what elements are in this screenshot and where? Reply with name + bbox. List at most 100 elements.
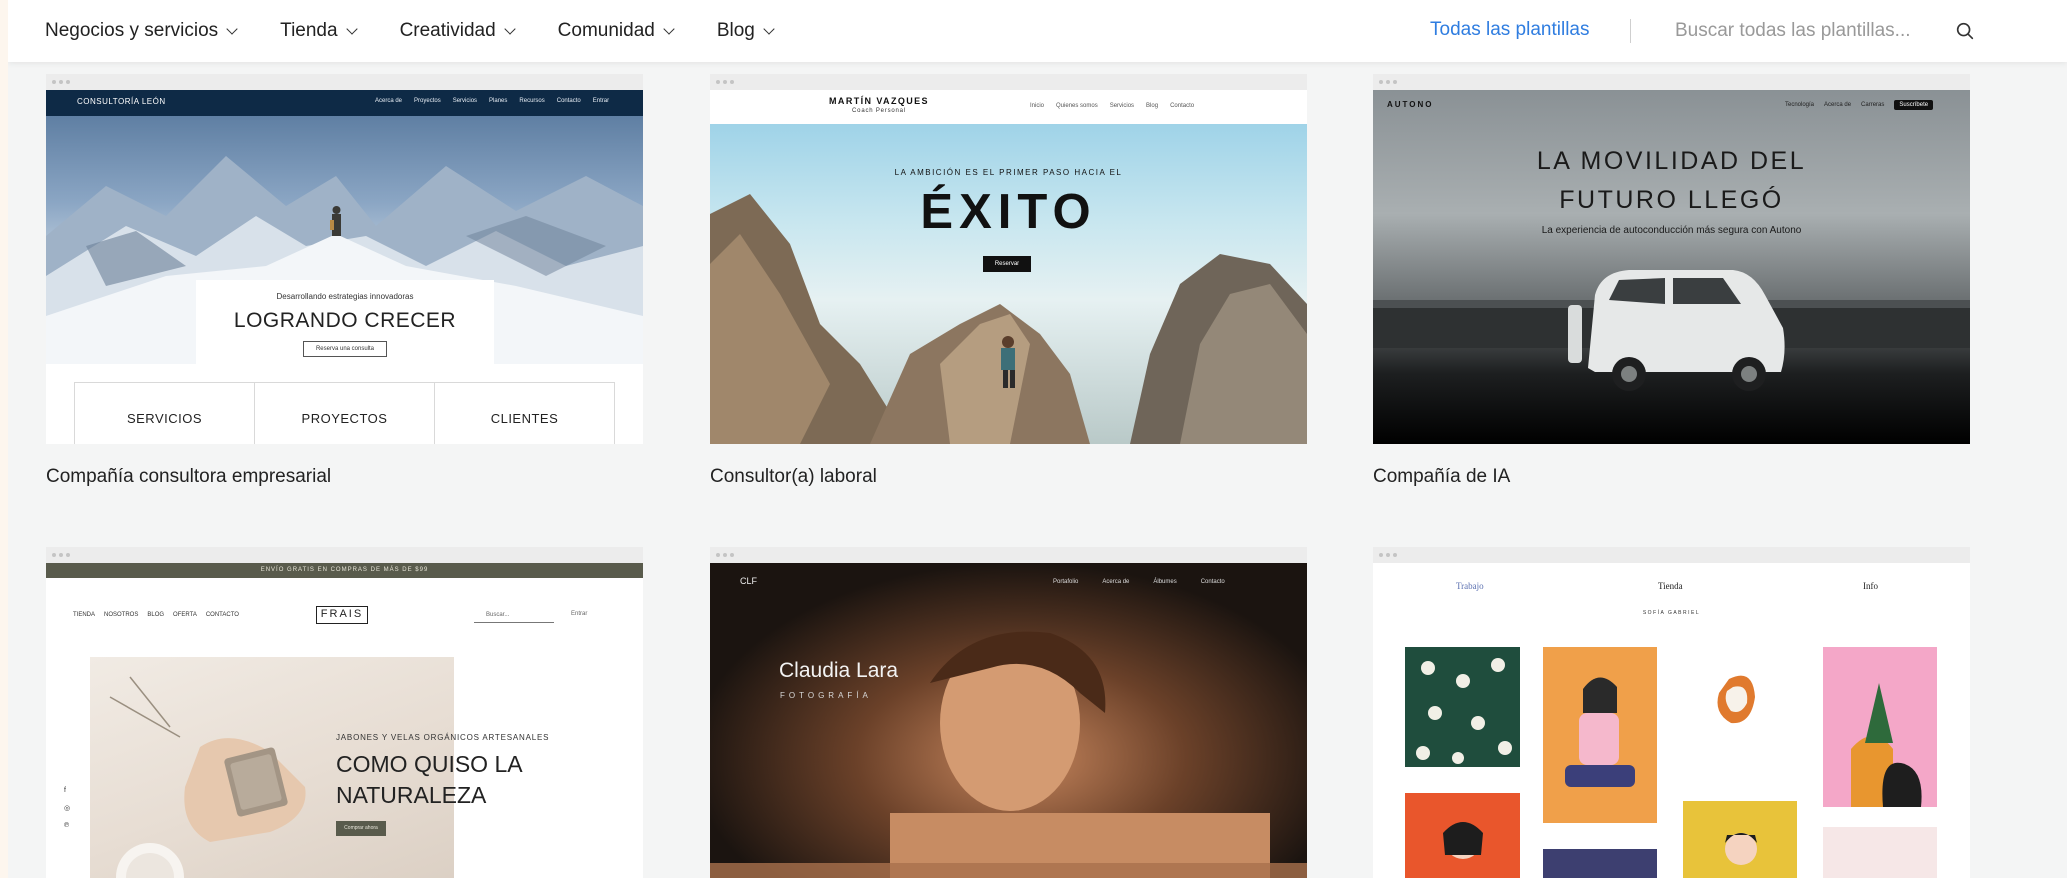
preview-enter: Entrar bbox=[571, 611, 588, 617]
preview-links: Inicio Quienes somos Servicios Blog Cont… bbox=[1030, 103, 1194, 109]
chevron-down-icon bbox=[504, 23, 516, 35]
all-templates-link[interactable]: Todas las plantillas bbox=[1430, 19, 1589, 41]
template-preview: AUTONO Tecnología Acerca de Carreras Sus… bbox=[1373, 90, 1970, 444]
preview-link: Portafolio bbox=[1053, 579, 1079, 585]
preview-headline-line: LA MOVILIDAD DEL bbox=[1536, 147, 1807, 175]
preview-link: Entrar bbox=[592, 98, 610, 104]
preview-headline: LA MOVILIDAD DEL FUTURO LLEGÓ bbox=[1373, 142, 1970, 220]
preview-headline-line: FUTURO LLEGÓ bbox=[1559, 186, 1784, 214]
menu-negocios-y-servicios[interactable]: Negocios y servicios bbox=[45, 20, 238, 42]
browser-bar bbox=[1373, 74, 1970, 90]
preview-link: Acerca de bbox=[1102, 579, 1130, 585]
preview-links: Tecnología Acerca de Carreras Suscríbete bbox=[1785, 100, 1934, 110]
preview-cta: Suscríbete bbox=[1894, 100, 1934, 110]
menu-label: Creatividad bbox=[399, 20, 496, 41]
template-thumbnail[interactable]: CLF Portafolio Acerca de Álbumes Contact… bbox=[710, 547, 1307, 878]
preview-button: Reservar bbox=[983, 256, 1031, 272]
chevron-down-icon bbox=[226, 23, 238, 35]
preview-link: Planes bbox=[489, 98, 508, 104]
template-title[interactable]: Compañía de IA bbox=[1373, 466, 1510, 488]
preview-kicker: JABONES Y VELAS ORGÁNICOS ARTESANALES bbox=[336, 733, 550, 742]
browser-bar bbox=[46, 547, 643, 563]
menu-label: Comunidad bbox=[557, 20, 655, 41]
menu-label: Blog bbox=[716, 20, 755, 41]
preview-button: Comprar ahora bbox=[336, 821, 386, 836]
chevron-down-icon bbox=[345, 23, 358, 35]
preview-brand-subtitle: Coach Personal bbox=[852, 108, 906, 114]
preview-links: Portafolio Acerca de Álbumes Contacto bbox=[1053, 579, 1225, 585]
template-title[interactable]: Consultor(a) laboral bbox=[710, 466, 877, 488]
preview-link: Recursos bbox=[519, 98, 545, 104]
preview-link: Quienes somos bbox=[1056, 103, 1098, 109]
template-preview: MARTÍN VAZQUES Coach Personal Inicio Qui… bbox=[710, 90, 1307, 444]
preview-link: Proyectos bbox=[414, 98, 441, 104]
preview-headline: COMO QUISO LA NATURALEZA bbox=[336, 751, 522, 808]
preview-brand: CLF bbox=[740, 576, 758, 586]
category-menu: Negocios y servicios Tienda Creatividad … bbox=[45, 0, 817, 62]
preview-link: OFERTA bbox=[173, 612, 197, 618]
preview-subtitle: La experiencia de autoconducción más seg… bbox=[1541, 225, 1802, 236]
preview-logo: FRAIS bbox=[316, 606, 368, 624]
menu-comunidad[interactable]: Comunidad bbox=[557, 20, 675, 42]
preview-headline: ÉXITO bbox=[920, 185, 1097, 239]
portrait-image bbox=[710, 563, 1307, 878]
template-thumbnail[interactable]: Trabajo Tienda Info SOFÍA GABRIEL bbox=[1373, 547, 1970, 878]
template-preview: CLF Portafolio Acerca de Álbumes Contact… bbox=[710, 563, 1307, 878]
preview-brand: MARTÍN VAZQUES bbox=[829, 96, 929, 106]
preview-hero-card: Desarrollando estrategias innovadoras LO… bbox=[196, 280, 494, 372]
preview-links: Acerca de Proyectos Servicios Planes Rec… bbox=[375, 98, 609, 104]
preview-link: Servicios bbox=[452, 98, 478, 104]
nav-divider bbox=[1630, 19, 1631, 43]
preview-link: Carreras bbox=[1861, 102, 1885, 108]
preview-banner: ENVÍO GRATIS EN COMPRAS DE MÁS DE $99 bbox=[46, 563, 643, 578]
preview-link: BLOG bbox=[147, 612, 165, 618]
search-input[interactable] bbox=[1675, 14, 1985, 48]
pinterest-icon: ℗ bbox=[64, 822, 70, 829]
chevron-down-icon bbox=[763, 23, 775, 35]
template-preview: Trabajo Tienda Info SOFÍA GABRIEL bbox=[1373, 563, 1970, 878]
preview-link: TIENDA bbox=[73, 612, 96, 618]
top-navigation: Negocios y servicios Tienda Creatividad … bbox=[8, 0, 2067, 62]
preview-social-icons: f ◎ ℗ bbox=[64, 787, 70, 829]
preview-headline: Claudia Lara bbox=[779, 659, 899, 682]
preview-subtitle: FOTOGRAFÍA bbox=[780, 691, 872, 700]
templates-page: Negocios y servicios Tienda Creatividad … bbox=[8, 0, 2067, 878]
preview-link: CONTACTO bbox=[205, 612, 239, 618]
template-thumbnail[interactable]: ENVÍO GRATIS EN COMPRAS DE MÁS DE $99 TI… bbox=[46, 547, 643, 878]
preview-search: Buscar... bbox=[474, 609, 554, 623]
preview-link: Inicio bbox=[1030, 103, 1045, 109]
preview-subtitle: Desarrollando estrategias innovadoras bbox=[276, 292, 414, 301]
template-thumbnail[interactable]: CONSULTORÍA LEÓN Acerca de Proyectos Ser… bbox=[46, 74, 643, 444]
illustration-gallery bbox=[1405, 647, 1937, 878]
facebook-icon: f bbox=[64, 787, 66, 794]
template-thumbnail[interactable]: MARTÍN VAZQUES Coach Personal Inicio Qui… bbox=[710, 74, 1307, 444]
menu-label: Negocios y servicios bbox=[45, 20, 219, 41]
preview-link: Contacto bbox=[1170, 103, 1195, 109]
chevron-down-icon bbox=[663, 23, 675, 35]
preview-brand: CONSULTORÍA LEÓN bbox=[77, 97, 166, 106]
template-thumbnail[interactable]: AUTONO Tecnología Acerca de Carreras Sus… bbox=[1373, 74, 1970, 444]
preview-section: SERVICIOS bbox=[75, 383, 255, 444]
preview-headline: LOGRANDO CRECER bbox=[233, 309, 457, 332]
menu-blog[interactable]: Blog bbox=[716, 20, 775, 42]
preview-link: Acerca de bbox=[375, 98, 403, 104]
preview-button: Reserva una consulta bbox=[302, 341, 388, 357]
preview-links: TIENDA NOSOTROS BLOG OFERTA CONTACTO bbox=[73, 612, 239, 618]
template-title[interactable]: Compañía consultora empresarial bbox=[46, 466, 331, 488]
browser-bar bbox=[710, 74, 1307, 90]
preview-section: PROYECTOS bbox=[255, 383, 435, 444]
preview-link: Tecnología bbox=[1785, 102, 1815, 108]
preview-hero-image: AUTONO Tecnología Acerca de Carreras Sus… bbox=[1373, 90, 1970, 444]
browser-bar bbox=[710, 547, 1307, 563]
preview-link: Álbumes bbox=[1153, 579, 1177, 585]
search-icon[interactable] bbox=[1954, 20, 1976, 42]
menu-creatividad[interactable]: Creatividad bbox=[399, 20, 516, 42]
preview-link: NOSOTROS bbox=[104, 612, 139, 618]
preview-link: Acerca de bbox=[1824, 102, 1852, 108]
preview-hero-image: LA AMBICIÓN ES EL PRIMER PASO HACIA EL É… bbox=[710, 124, 1307, 444]
template-preview: ENVÍO GRATIS EN COMPRAS DE MÁS DE $99 TI… bbox=[46, 563, 643, 878]
preview-brand: AUTONO bbox=[1387, 100, 1434, 109]
preview-link: Blog bbox=[1146, 103, 1159, 109]
preview-link: Servicios bbox=[1109, 103, 1135, 109]
menu-tienda[interactable]: Tienda bbox=[280, 20, 358, 42]
